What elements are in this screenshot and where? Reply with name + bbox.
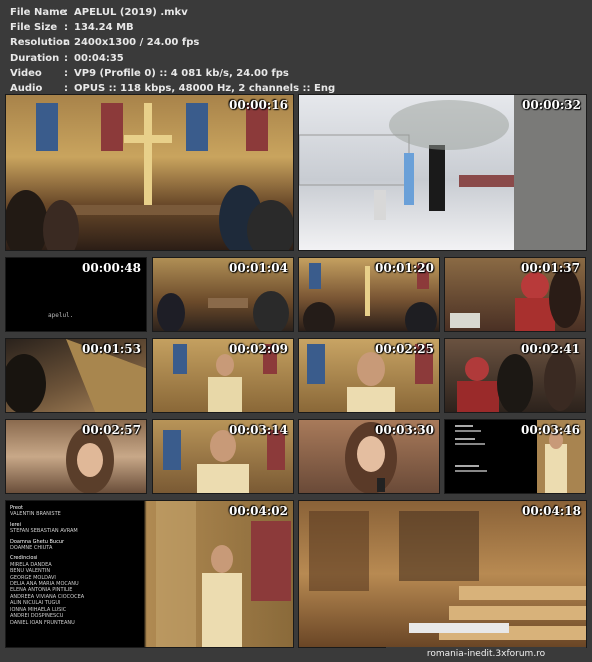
thumbnail-frame: 00:02:41 [444,338,586,413]
watermark-footer: romania-inedit.3xforum.ro [386,647,586,661]
thumbnail-frame: 00:03:14 [152,419,294,494]
info-row-filename: File Name: APELUL (2019) .mkv [10,7,188,18]
info-row-video: Video: VP9 (Profile 0) :: 4 081 kb/s, 24.… [10,67,289,79]
thumbnail-frame: 00:03:30 [298,419,440,494]
thumbnail-frame: 00:02:09 [152,338,294,413]
black-frame-caption: apelul. [48,312,74,319]
thumbnail-frame: apelul. 00:00:48 [5,257,147,332]
timestamp: 00:01:04 [229,261,288,275]
timestamp: 00:03:30 [375,423,434,437]
timestamp: 00:03:46 [521,423,580,437]
info-row-duration: Duration:00:04:35 [10,52,124,64]
thumbnail-frame: 00:04:18 [298,500,587,648]
thumbnail-frame: 00:00:16 [5,94,294,251]
thumbnail-frame: 00:00:32 [298,94,587,251]
empty-pews-image [309,511,586,640]
info-row-resolution: Resolution:2400x1300 / 24.00 fps [10,37,200,49]
thumbnail-frame: 00:02:57 [5,419,147,494]
timestamp: 00:03:14 [229,423,288,437]
snowy-park-image [299,95,586,250]
thumbnail-frame: 00:03:46 [444,419,586,494]
timestamp: 00:01:53 [82,342,141,356]
church-interior-image [6,103,293,250]
thumbnail-frame: 00:01:04 [152,257,294,332]
timestamp: 00:00:16 [229,98,288,112]
file-info-panel: File Name: APELUL (2019) .mkv File Size:1… [10,5,335,96]
timestamp: 00:00:32 [522,98,581,112]
thumbnail-frame: 00:01:37 [444,257,586,332]
timestamp: 00:02:41 [521,342,580,356]
thumbnail-frame: 00:01:20 [298,257,440,332]
thumbnail-frame: Preot VALENTIN BRANISTE Ierei STEFAN SEB… [5,500,294,648]
timestamp: 00:02:09 [229,342,288,356]
info-row-filesize: File Size:134.24 MB [10,22,134,34]
timestamp: 00:02:25 [375,342,434,356]
priest-phone-image [156,501,291,647]
thumbnail-frame: 00:02:25 [298,338,440,413]
timestamp: 00:01:20 [375,261,434,275]
timestamp: 00:01:37 [521,261,580,275]
thumbnail-frame: 00:01:53 [5,338,147,413]
timestamp: 00:04:02 [229,504,288,518]
timestamp: 00:02:57 [82,423,141,437]
timestamp: 00:00:48 [82,261,141,275]
timestamp: 00:04:18 [522,504,581,518]
